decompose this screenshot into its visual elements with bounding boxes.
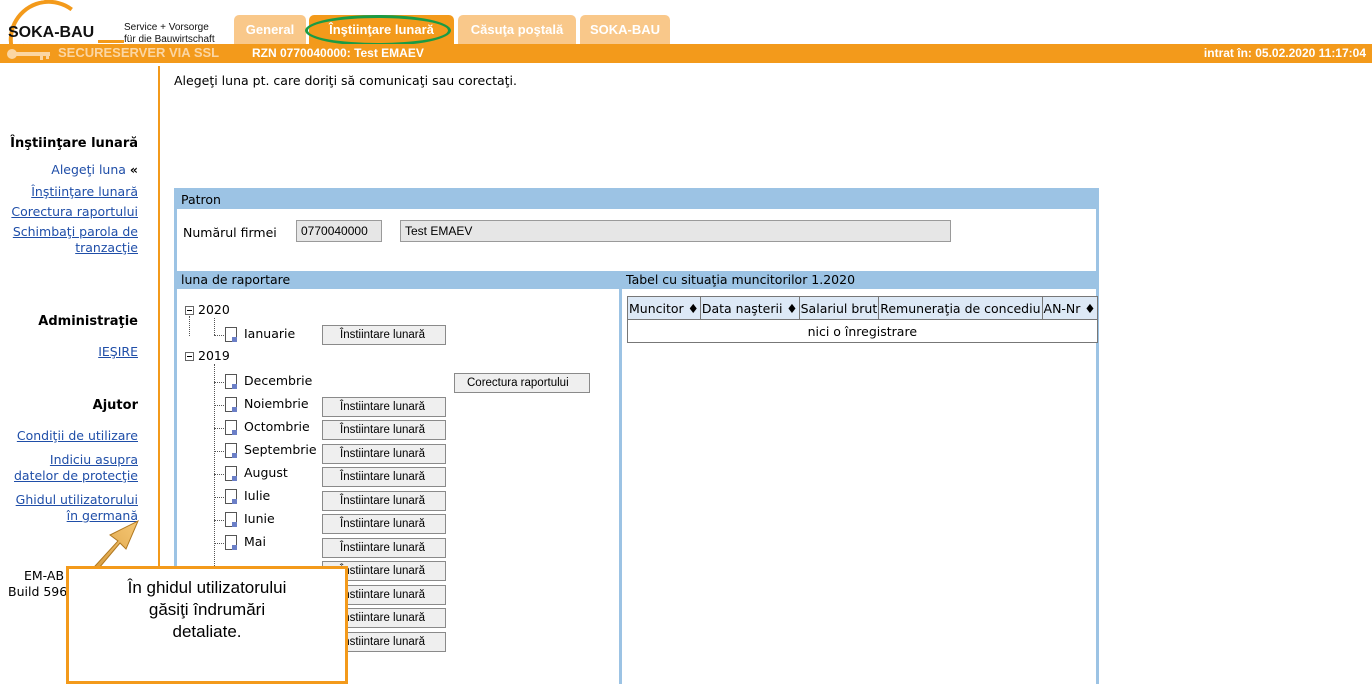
collapse-toggle-2020[interactable] bbox=[185, 306, 194, 315]
collapse-toggle-2019[interactable] bbox=[185, 352, 194, 361]
build-number: Build 596 bbox=[8, 584, 68, 599]
firm-number-label: Numărul firmei bbox=[183, 225, 277, 240]
reporting-month-header: luna de raportare bbox=[177, 271, 619, 289]
column-header-holiday-pay[interactable]: Remuneraţia de concediu bbox=[878, 296, 1043, 320]
key-icon bbox=[7, 49, 50, 60]
workers-table-header: Tabel cu situaţia muncitorilor 1.2020 bbox=[622, 271, 1096, 289]
sidebar-item-logout[interactable]: IEŞIRE bbox=[98, 344, 138, 360]
page-instruction: Alegeţi luna pt. care doriţi să comunica… bbox=[174, 73, 517, 88]
sidebar-item-change-password-2[interactable]: tranzacţie bbox=[75, 240, 138, 256]
tree-connector bbox=[214, 382, 224, 383]
tree-month-septembrie[interactable]: Septembrie bbox=[244, 442, 317, 457]
monthly-notification-button-octombrie[interactable]: Înstiintare lunară bbox=[322, 420, 446, 440]
column-header-birthdate[interactable]: Data naşterii ♦ bbox=[699, 296, 800, 320]
sidebar-section-monthly: Înştiinţare lunară bbox=[10, 136, 138, 151]
column-header-an-nr[interactable]: AN-Nr ♦ bbox=[1041, 296, 1098, 320]
sidebar-item-change-password[interactable]: Schimbaţi parola de bbox=[13, 224, 138, 240]
tree-connector bbox=[214, 543, 224, 544]
tab-general[interactable]: General bbox=[234, 15, 306, 44]
logo-underline bbox=[98, 40, 124, 43]
tree-connector bbox=[214, 405, 224, 406]
callout-line-2: găsiţi îndrumări bbox=[148, 600, 266, 619]
tree-connector bbox=[214, 497, 224, 498]
report-correction-button[interactable]: Corectura raportului bbox=[454, 373, 590, 393]
monthly-notification-button-iulie[interactable]: Înstiintare lunară bbox=[322, 491, 446, 511]
empty-table-message: nici o înregistrare bbox=[627, 319, 1098, 343]
tree-connector bbox=[214, 335, 224, 336]
logo-tagline: Service + Vorsorge für die Bauwirtschaft bbox=[124, 22, 215, 46]
tree-month-octombrie[interactable]: Octombrie bbox=[244, 419, 310, 434]
column-header-worker[interactable]: Muncitor ♦ bbox=[627, 296, 701, 320]
column-header-gross-salary[interactable]: Salariul brut bbox=[798, 296, 880, 320]
tree-month-iulie[interactable]: Iulie bbox=[244, 488, 270, 503]
logo-tagline-1: Service + Vorsorge bbox=[124, 22, 209, 33]
monthly-notification-button-iunie[interactable]: Înstiintare lunară bbox=[322, 514, 446, 534]
monthly-notification-button-ianuarie[interactable]: Înstiintare lunară bbox=[322, 325, 446, 345]
active-marker: « bbox=[129, 162, 138, 177]
sidebar-item-report-correction[interactable]: Corectura raportului bbox=[11, 204, 138, 220]
tree-month-iunie[interactable]: Iunie bbox=[244, 511, 275, 526]
firm-number-field: 0770040000 bbox=[296, 220, 382, 242]
workers-table: Muncitor ♦ Data naşterii ♦ Salariul brut… bbox=[627, 296, 1098, 343]
sidebar-item-choose-month[interactable]: Alegeţi luna « bbox=[51, 162, 138, 178]
panel-divider bbox=[619, 271, 622, 684]
tree-year-2020[interactable]: 2020 bbox=[198, 302, 230, 317]
sidebar-item-monthly-notification[interactable]: Înştiinţare lunară bbox=[31, 184, 138, 200]
tree-connector bbox=[189, 316, 190, 336]
callout-line-1: În ghidul utilizatorului bbox=[127, 578, 287, 597]
sidebar-item-user-guide[interactable]: Ghidul utilizatorului bbox=[16, 492, 138, 508]
tree-year-2019[interactable]: 2019 bbox=[198, 348, 230, 363]
tree-connector bbox=[214, 428, 224, 429]
tab-mailbox[interactable]: Căsuţa poştală bbox=[458, 15, 576, 44]
document-icon bbox=[225, 466, 237, 481]
build-label: EM-AB bbox=[24, 568, 65, 583]
document-icon bbox=[225, 420, 237, 435]
tree-month-mai[interactable]: Mai bbox=[244, 534, 266, 549]
tree-connector bbox=[214, 318, 215, 335]
document-icon bbox=[225, 512, 237, 527]
document-icon bbox=[225, 374, 237, 389]
sidebar-section-help: Ajutor bbox=[92, 398, 138, 413]
monthly-notification-button-noiembrie[interactable]: Înstiintare lunară bbox=[322, 397, 446, 417]
document-icon bbox=[225, 535, 237, 550]
account-title: RZN 0770040000: Test EMAEV bbox=[252, 46, 424, 60]
tree-connector bbox=[214, 451, 224, 452]
firm-name-field: Test EMAEV bbox=[400, 220, 951, 242]
patron-header: Patron bbox=[177, 191, 1096, 209]
tree-connector bbox=[214, 520, 224, 521]
tree-connector bbox=[214, 474, 224, 475]
tab-highlight-ellipse bbox=[305, 15, 451, 46]
monthly-notification-button-septembrie[interactable]: Înstiintare lunară bbox=[322, 444, 446, 464]
table-header-row: Muncitor ♦ Data naşterii ♦ Salariul brut… bbox=[627, 296, 1098, 320]
tab-soka-bau[interactable]: SOKA-BAU bbox=[580, 15, 670, 44]
tree-month-decembrie[interactable]: Decembrie bbox=[244, 373, 312, 388]
table-row: nici o înregistrare bbox=[627, 319, 1098, 343]
sidebar-item-terms[interactable]: Condiţii de utilizare bbox=[17, 428, 138, 444]
document-icon bbox=[225, 443, 237, 458]
login-timestamp: intrat în: 05.02.2020 11:17:04 bbox=[1203, 46, 1366, 60]
sidebar-item-privacy-1[interactable]: Indiciu asupra bbox=[50, 452, 138, 468]
logo-name: SOKA-BAU bbox=[8, 24, 95, 41]
monthly-notification-button-mai[interactable]: Înstiintare lunară bbox=[322, 538, 446, 558]
secure-server-label: SECURESERVER VIA SSL bbox=[58, 45, 220, 60]
user-guide-callout: În ghidul utilizatorului găsiţi îndrumăr… bbox=[66, 566, 348, 684]
tree-month-august[interactable]: August bbox=[244, 465, 288, 480]
sidebar-item-privacy-2[interactable]: datelor de protecţie bbox=[14, 468, 138, 484]
tree-month-ianuarie[interactable]: Ianuarie bbox=[244, 326, 295, 341]
document-icon bbox=[225, 327, 237, 342]
monthly-notification-button-august[interactable]: Înstiintare lunară bbox=[322, 467, 446, 487]
tree-month-noiembrie[interactable]: Noiembrie bbox=[244, 396, 309, 411]
callout-line-3: detaliate. bbox=[172, 622, 242, 641]
sidebar-item-label: Alegeţi luna bbox=[51, 162, 126, 177]
document-icon bbox=[225, 397, 237, 412]
document-icon bbox=[225, 489, 237, 504]
sidebar-section-admin: Administraţie bbox=[38, 314, 138, 329]
